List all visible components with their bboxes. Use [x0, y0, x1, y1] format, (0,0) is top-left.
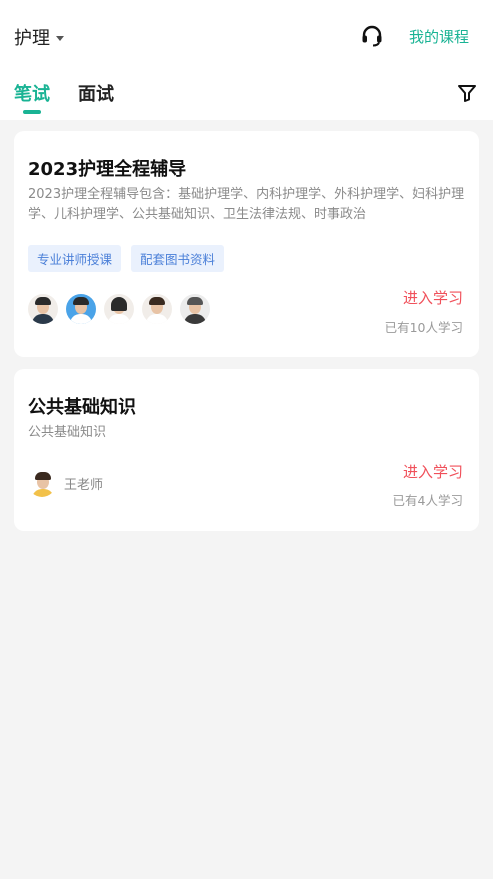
headset-icon[interactable]	[360, 24, 384, 48]
course-card[interactable]: 2023护理全程辅导 2023护理全程辅导包含：基础护理学、内科护理学、外科护理…	[14, 131, 479, 357]
subject-selector[interactable]: 护理	[14, 24, 64, 50]
avatar	[28, 469, 56, 497]
learner-count: 已有10人学习	[384, 320, 463, 335]
subject-label: 护理	[14, 28, 50, 49]
course-tags: 专业讲师授课 配套图书资料	[28, 245, 225, 272]
course-title: 2023护理全程辅导	[28, 159, 187, 180]
tab-written-exam[interactable]: 笔试	[14, 80, 50, 106]
avatar	[180, 294, 210, 324]
course-tag: 配套图书资料	[131, 245, 225, 272]
tab-interview[interactable]: 面试	[78, 80, 114, 106]
avatar	[104, 294, 134, 324]
course-description: 公共基础知识	[28, 425, 107, 440]
enter-study-button[interactable]: 进入学习	[403, 461, 463, 482]
course-card[interactable]: 公共基础知识 公共基础知识 王老师 进入学习 已有4人学习	[14, 369, 479, 531]
avatar	[28, 294, 58, 324]
avatar	[66, 294, 96, 324]
top-header: 护理 我的课程 笔试 面试	[0, 0, 493, 120]
course-tag: 专业讲师授课	[28, 245, 122, 272]
active-tab-indicator	[23, 110, 41, 114]
title-bar: 护理 我的课程	[0, 16, 493, 56]
teacher: 王老师	[28, 469, 103, 497]
enter-study-button[interactable]: 进入学习	[403, 287, 463, 308]
caret-down-icon	[56, 35, 64, 41]
my-courses-link[interactable]: 我的课程	[409, 26, 469, 47]
course-title: 公共基础知识	[28, 397, 136, 418]
tab-bar: 笔试 面试	[0, 80, 493, 120]
course-description: 2023护理全程辅导包含：基础护理学、内科护理学、外科护理学、妇科护理学、儿科护…	[28, 187, 465, 222]
avatar	[142, 294, 172, 324]
teacher-name: 王老师	[64, 477, 104, 493]
learner-count: 已有4人学习	[392, 493, 463, 508]
teacher-avatars	[28, 294, 210, 324]
filter-icon[interactable]	[456, 82, 478, 104]
